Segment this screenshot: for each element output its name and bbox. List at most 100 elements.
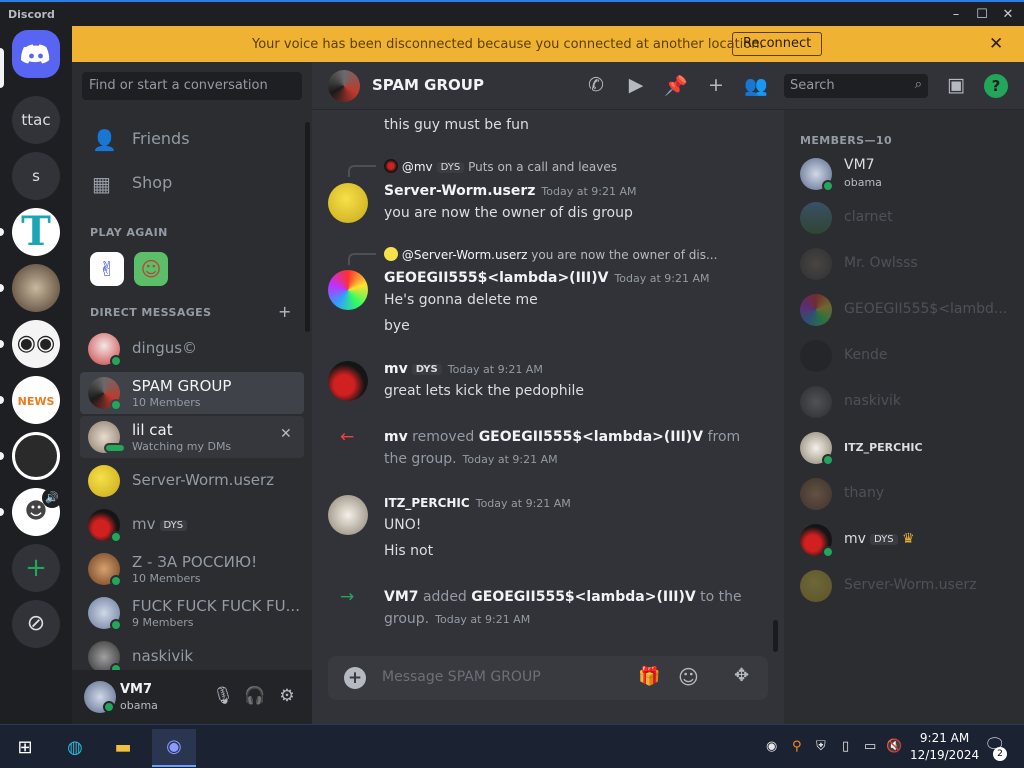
member-item[interactable]: VM7 obama xyxy=(792,152,1016,196)
banner-message: Your voice has been disconnected because… xyxy=(252,37,764,52)
member-item[interactable]: clarnet xyxy=(792,196,1016,240)
search-icon: ⌕ xyxy=(914,77,922,92)
dm-name: mv DYS xyxy=(132,515,188,533)
sidebar-scrollbar[interactable] xyxy=(305,122,310,332)
explore-icon[interactable]: ⊘ xyxy=(12,600,60,648)
edge-browser-icon[interactable]: ◍ xyxy=(60,733,90,763)
header-search[interactable]: Search ⌕ xyxy=(784,74,928,98)
close-window-icon[interactable]: ✕ xyxy=(998,7,1018,23)
reconnect-button[interactable]: Reconnect xyxy=(732,32,823,56)
pinned-messages-icon[interactable]: 📌 xyxy=(664,74,688,98)
apps-icon[interactable]: ✥ xyxy=(734,665,749,686)
search-tray-icon[interactable]: ⚲ xyxy=(792,739,802,754)
add-server-button[interactable]: + xyxy=(12,544,60,592)
network-icon[interactable]: ▭ xyxy=(864,739,876,754)
add-friends-icon[interactable]: + xyxy=(704,74,728,98)
server-news-icon[interactable]: NEWS xyxy=(12,376,60,424)
maximize-icon[interactable]: ☐ xyxy=(972,7,992,23)
game-2-icon[interactable]: ☺ xyxy=(134,252,168,286)
reply-connector xyxy=(348,253,376,265)
message-composer[interactable]: + Message SPAM GROUP 🎁 ☺ ✥ xyxy=(328,656,768,700)
server-ttac[interactable]: ttac xyxy=(12,96,60,144)
message-author[interactable]: Server-Worm.userz Today at 9:21 AM xyxy=(384,183,637,199)
message-text: His not xyxy=(384,543,434,559)
reply-preview[interactable]: @Server-Worm.userz you are now the owner… xyxy=(384,247,717,262)
member-item[interactable]: ITZ_PERCHIC xyxy=(792,426,1016,470)
video-call-icon[interactable]: ▶ xyxy=(624,74,648,98)
dm-item[interactable]: Z - ЗА РОССИЮ! 10 Members xyxy=(80,548,304,590)
member-item[interactable]: GEOEGII555$<lambd... xyxy=(792,288,1016,332)
message-text: UNO! xyxy=(384,517,422,533)
windows-taskbar: ⊞ ◍ ▬ ◉ ◉ ⚲ ⛨ ▯ ▭ 🔇 9:21 AM 12/19/2024 🗨… xyxy=(0,724,1024,768)
headphones-icon[interactable]: 🎧 xyxy=(244,686,266,708)
server-image-icon[interactable] xyxy=(12,264,60,312)
dm-item[interactable]: mv DYS xyxy=(80,504,304,546)
friends-nav[interactable]: 👤 Friends xyxy=(80,120,304,160)
help-icon[interactable]: ? xyxy=(984,74,1008,98)
server-s[interactable]: s xyxy=(12,152,60,200)
message-avatar[interactable] xyxy=(328,361,368,401)
microphone-icon[interactable]: 🎙 xyxy=(212,686,234,708)
server-obs-icon[interactable] xyxy=(12,432,60,480)
member-item[interactable]: mv DYS ♛ xyxy=(792,518,1016,562)
message-text: bye xyxy=(384,318,410,334)
message-author[interactable]: GEOEGII555$<lambda>(III)V Today at 9:21 A… xyxy=(384,270,710,286)
upload-plus-icon[interactable]: + xyxy=(344,667,366,689)
dm-item[interactable]: FUCK FUCK FUCK FU... 9 Members xyxy=(80,592,304,634)
dm-item[interactable]: lil cat Watching my DMs ✕ xyxy=(80,416,304,458)
member-list-icon[interactable]: 👥 xyxy=(744,74,768,98)
user-name: VM7 xyxy=(120,682,153,697)
minimize-icon[interactable]: – xyxy=(946,7,966,23)
crown-icon: ♛ xyxy=(902,531,915,547)
volume-muted-icon[interactable]: 🔇 xyxy=(886,739,902,754)
reply-preview[interactable]: @mv DYS Puts on a call and leaves xyxy=(384,159,617,174)
conversation-search[interactable]: Find or start a conversation xyxy=(82,72,302,100)
member-item[interactable]: Kende xyxy=(792,334,1016,378)
file-explorer-icon[interactable]: ▬ xyxy=(108,733,138,763)
notification-count: 2 xyxy=(993,747,1007,761)
chat-scrollbar[interactable] xyxy=(773,620,778,652)
server-t-icon[interactable]: T xyxy=(12,208,60,256)
settings-gear-icon[interactable]: ⚙ xyxy=(276,686,298,708)
message-input[interactable]: Message SPAM GROUP xyxy=(382,669,541,685)
added-arrow-icon: → xyxy=(340,587,355,607)
start-menu-icon[interactable]: ⊞ xyxy=(10,733,40,763)
discord-logo-icon xyxy=(21,44,50,64)
server-face-icon[interactable]: ◉◉ xyxy=(12,320,60,368)
member-item[interactable]: Server-Worm.userz xyxy=(792,564,1016,608)
title-bar: Discord – ☐ ✕ xyxy=(0,0,1024,26)
friends-icon: 👤 xyxy=(92,128,117,152)
dm-item[interactable]: Server-Worm.userz xyxy=(80,460,304,502)
game-1-icon[interactable]: ✌ xyxy=(90,252,124,286)
direct-messages-heading: DIRECT MESSAGES xyxy=(90,306,212,319)
close-banner-icon[interactable]: ✕ xyxy=(989,34,1003,54)
avatar xyxy=(800,340,832,372)
voice-call-icon[interactable]: ✆ xyxy=(584,74,608,98)
security-tray-icon[interactable]: ⛨ xyxy=(816,739,826,754)
member-item[interactable]: naskivik xyxy=(792,380,1016,424)
dm-item[interactable]: dingus© xyxy=(80,328,304,370)
channel-header: SPAM GROUP ✆ ▶ 📌 + 👥 Search ⌕ ▣ ? xyxy=(312,62,1024,110)
gift-icon[interactable]: 🎁 xyxy=(638,666,660,687)
emoji-icon[interactable]: ☺ xyxy=(678,665,699,689)
message-author[interactable]: ITZ_PERCHIC Today at 9:21 AM xyxy=(384,496,571,510)
message-avatar[interactable] xyxy=(328,495,368,535)
create-dm-icon[interactable]: + xyxy=(278,302,291,321)
shop-nav[interactable]: ▦ Shop xyxy=(80,164,304,204)
system-clock[interactable]: 9:21 AM 12/19/2024 xyxy=(910,730,979,764)
dys-tag: DYS xyxy=(159,520,188,531)
home-button[interactable] xyxy=(12,30,60,78)
member-item[interactable]: thany xyxy=(792,472,1016,516)
dm-sidebar: Find or start a conversation 👤 Friends ▦… xyxy=(72,62,312,724)
close-dm-icon[interactable]: ✕ xyxy=(280,426,292,442)
discord-taskbar-icon[interactable]: ◉ xyxy=(152,729,196,767)
message-avatar[interactable] xyxy=(328,183,368,223)
message-avatar[interactable] xyxy=(328,270,368,310)
inbox-icon[interactable]: ▣ xyxy=(944,74,968,98)
system-message-removed: mv removed GEOEGII555$<lambda>(III)V fro… xyxy=(384,429,741,467)
message-author[interactable]: mv DYS Today at 9:21 AM xyxy=(384,361,543,377)
dm-item-selected[interactable]: SPAM GROUP 10 Members xyxy=(80,372,304,414)
avatar xyxy=(800,478,832,510)
discord-tray-icon[interactable]: ◉ xyxy=(766,739,777,754)
member-item[interactable]: Mr. Owlsss xyxy=(792,242,1016,286)
